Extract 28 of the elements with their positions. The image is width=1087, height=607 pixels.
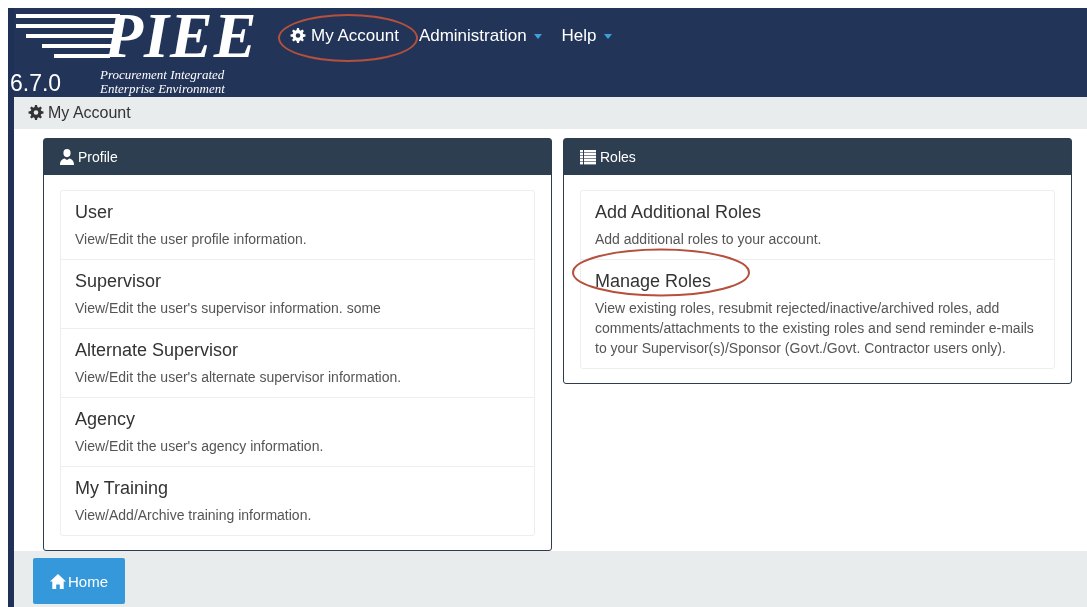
link-description: View/Edit the user's supervisor information. some: [75, 299, 382, 319]
breadcrumb-title: My Account: [48, 104, 131, 123]
link-description: View/Edit the user's alternate supervisor information.: [75, 368, 403, 388]
menu-link[interactable]: My Training: [75, 478, 518, 500]
menu-link[interactable]: User: [75, 202, 518, 224]
menu-link[interactable]: Alternate Supervisor: [75, 340, 518, 362]
nav-menu-item[interactable]: My Account: [284, 18, 413, 54]
user-icon: [60, 149, 74, 166]
menu-link[interactable]: Add Additional Roles: [595, 202, 1038, 224]
version-text: 6.7.0: [10, 70, 62, 97]
menu-link[interactable]: Manage Roles: [595, 271, 1038, 293]
panel-title: Profile: [78, 149, 118, 166]
settings-icon: [28, 105, 44, 122]
link-description: View/Add/Archive training information.: [75, 506, 313, 526]
settings-icon: [290, 28, 306, 44]
list-icon: [580, 149, 596, 165]
menu-link[interactable]: Agency: [75, 409, 518, 431]
home-icon: [50, 573, 66, 589]
link-description: View/Edit the user profile information.: [75, 230, 308, 250]
nav-menu-item[interactable]: Administration: [412, 18, 556, 54]
link-description: View/Edit the user's agency information.: [75, 437, 325, 457]
panel-title: Roles: [600, 149, 636, 166]
nav-menu-item[interactable]: Help: [555, 18, 626, 54]
logo-text: PIEE: [104, 8, 258, 64]
link-description: View existing roles, resubmit rejected/inactive/archived roles, add comments/attachments to the existing roles and send reminder e-mails to your Supervisor(s)/Sponsor (Govt./Govt. Contractor users only).: [595, 299, 1035, 359]
link-description: Add additional roles to your account.: [595, 230, 823, 250]
menu-link[interactable]: Supervisor: [75, 271, 518, 293]
logo-subtitle: Procurement Integrated Enterprise Environment: [100, 68, 225, 96]
